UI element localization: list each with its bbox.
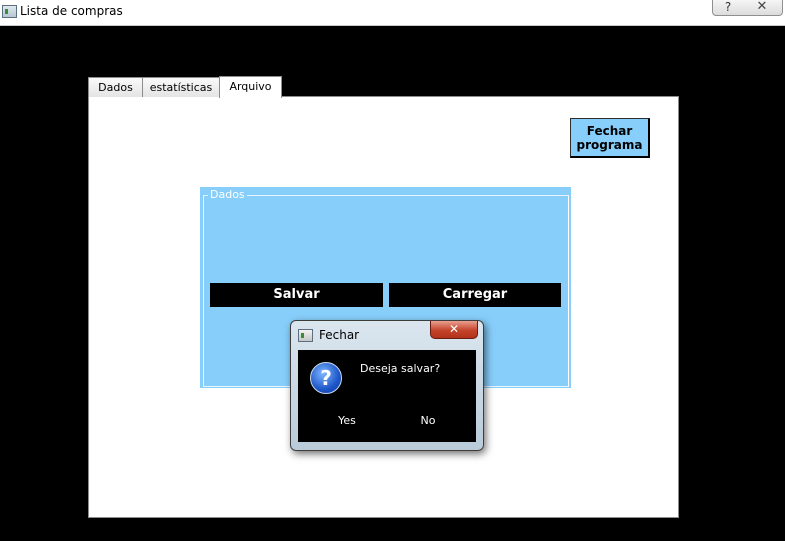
- app-icon: [2, 5, 17, 18]
- yes-button[interactable]: Yes: [317, 413, 377, 429]
- tab-dados[interactable]: Dados: [88, 77, 143, 97]
- tab-estatisticas[interactable]: estatísticas: [142, 77, 220, 97]
- window-title-bar: Lista de compras ? ✕: [0, 0, 785, 26]
- tab-arquivo[interactable]: Arquivo: [219, 76, 282, 98]
- help-button[interactable]: ?: [712, 0, 744, 16]
- close-program-button[interactable]: Fechar programa: [570, 118, 650, 158]
- dialog-app-icon: [298, 329, 313, 342]
- dialog-close-button[interactable]: ✕: [430, 321, 478, 339]
- question-icon: ?: [310, 362, 342, 394]
- save-button[interactable]: Salvar: [210, 283, 383, 307]
- dialog-body: ? Deseja salvar? Yes No: [298, 350, 476, 442]
- window-title: Lista de compras: [20, 4, 123, 18]
- save-confirm-dialog: Fechar ✕ ? Deseja salvar? Yes No: [290, 320, 484, 451]
- window-close-button[interactable]: ✕: [742, 0, 783, 16]
- group-title: Dados: [208, 188, 247, 201]
- dialog-message: Deseja salvar?: [360, 362, 441, 375]
- load-button[interactable]: Carregar: [389, 283, 561, 307]
- dialog-title: Fechar: [319, 328, 360, 342]
- no-button[interactable]: No: [398, 413, 458, 429]
